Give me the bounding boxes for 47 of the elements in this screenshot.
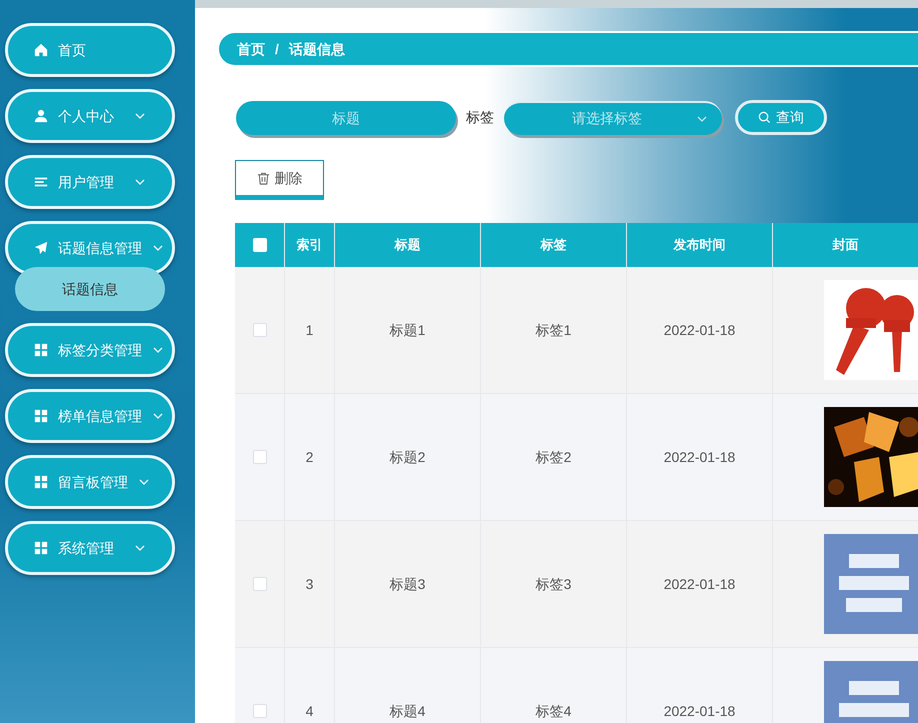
query-button[interactable]: 查询: [735, 100, 827, 135]
menu-item[interactable]: 首页: [5, 23, 175, 77]
table-cell-text: 标题3: [390, 574, 426, 594]
trash-icon: [256, 172, 270, 184]
table-cell-text: 标题1: [390, 320, 426, 340]
delete-button[interactable]: 删除: [235, 160, 324, 200]
row-checkbox[interactable]: [252, 704, 266, 718]
table-cell-text: 2022-01-18: [664, 448, 736, 466]
table-cell-text: 2022-01-18: [664, 574, 736, 594]
select-all-checkbox[interactable]: [252, 238, 266, 252]
table-cell-text: 标题4: [390, 702, 426, 720]
table-cell-text: 2022-01-18: [664, 702, 736, 720]
grid-icon: [34, 541, 48, 555]
search-icon: [758, 111, 771, 124]
table-cell-text: 标题2: [390, 448, 426, 466]
menu-item[interactable]: 系统管理: [5, 521, 175, 575]
table-cell-text: 3: [306, 574, 314, 594]
home-icon: [34, 43, 48, 57]
row-checkbox[interactable]: [252, 577, 266, 591]
breadcrumb-current: 话题信息: [288, 40, 345, 58]
user-icon: [34, 109, 48, 123]
title-search-field[interactable]: 标题: [236, 100, 456, 134]
table-cell-text: 1: [306, 320, 314, 340]
menu-item[interactable]: 留言板管理: [5, 455, 175, 509]
grid-icon: [34, 343, 48, 357]
table-cell-text: 2022-01-18: [664, 320, 736, 340]
paper-plane-icon: [34, 241, 48, 255]
menu-item[interactable]: 榜单信息管理: [5, 389, 175, 443]
list-icon: [34, 175, 48, 189]
menu-item[interactable]: 个人中心: [5, 89, 175, 143]
breadcrumb-link[interactable]: 首页: [237, 38, 265, 60]
grid-icon: [34, 475, 48, 489]
row-checkbox[interactable]: [252, 450, 266, 464]
table-cell-text: 4: [306, 702, 314, 720]
table-cell-text: 标签3: [536, 574, 572, 594]
table-cell-text: 标签4: [536, 702, 572, 720]
tag-label: 标签: [466, 108, 494, 127]
menu-item[interactable]: 用户管理: [5, 155, 175, 209]
menu-item[interactable]: 标签分类管理: [5, 323, 175, 377]
submenu-item[interactable]: 话题信息: [15, 267, 165, 311]
row-checkbox[interactable]: [252, 323, 266, 337]
table-cell-text: 2: [306, 448, 314, 466]
table-cell-text: 标签2: [536, 448, 572, 466]
table-cell-text: 标签1: [536, 320, 572, 340]
breadcrumb-separator: /: [275, 40, 279, 58]
select-placeholder: 请选择标签: [571, 109, 643, 128]
grid-icon: [34, 409, 48, 423]
